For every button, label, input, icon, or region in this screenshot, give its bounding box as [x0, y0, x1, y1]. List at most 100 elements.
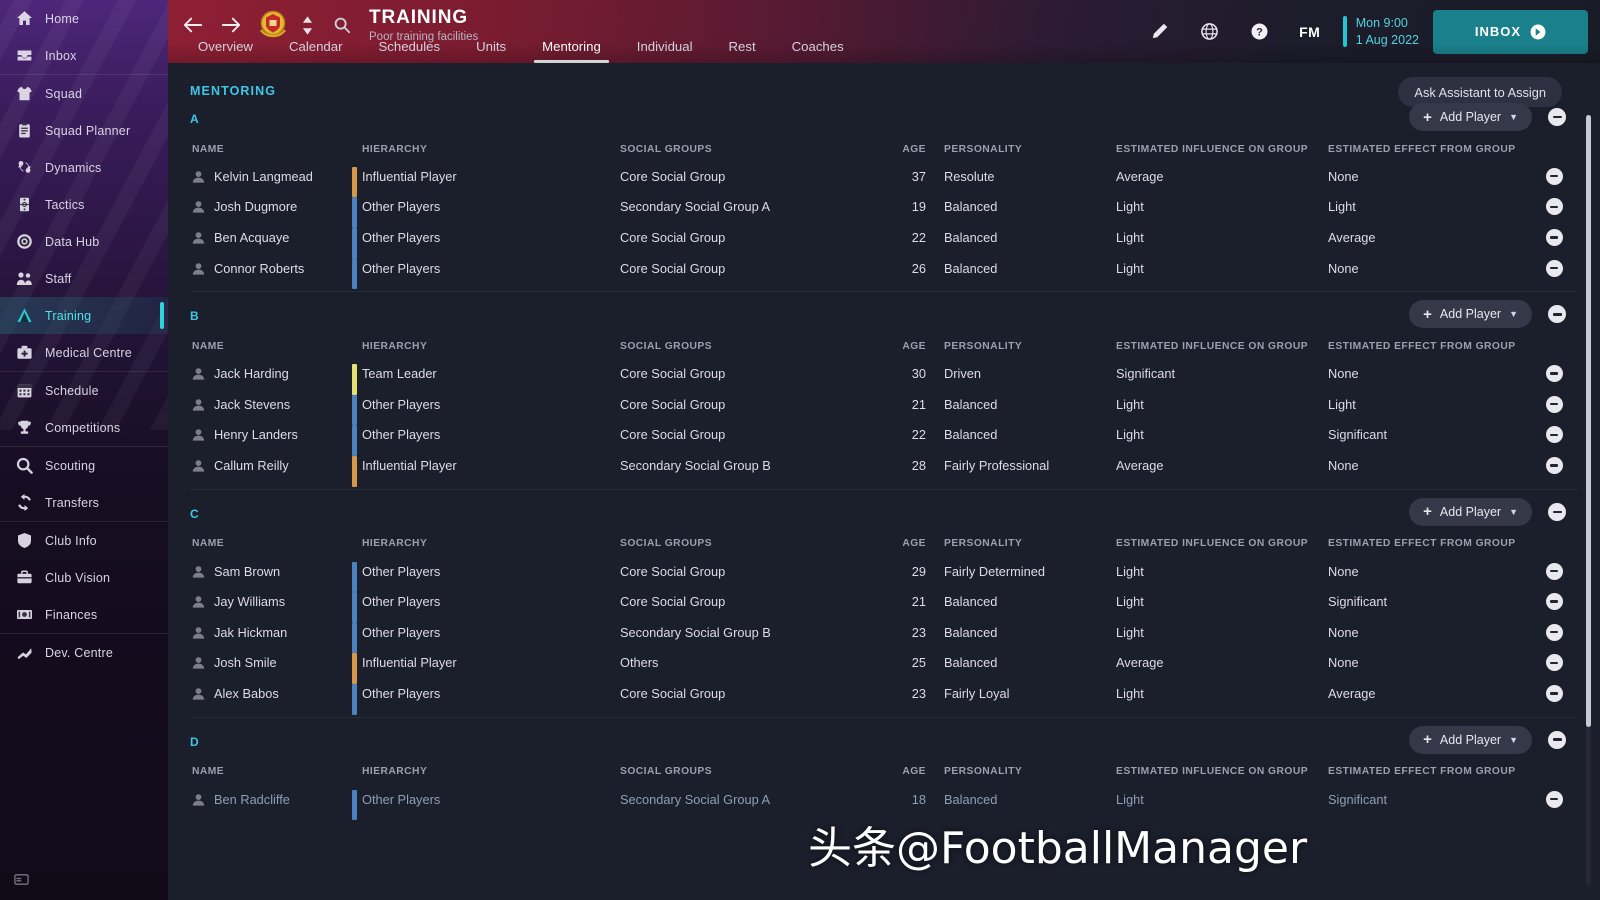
table-row[interactable]: Josh SmileInfluential PlayerOthers25Bala… [168, 648, 1600, 679]
sidebar-item-home[interactable]: Home [0, 0, 168, 37]
remove-player-button[interactable] [1546, 654, 1563, 671]
col-hierarchy[interactable]: HIERARCHY [352, 341, 620, 352]
table-row[interactable]: Alex BabosOther PlayersCore Social Group… [168, 678, 1600, 709]
remove-player-button[interactable] [1546, 624, 1563, 641]
sidebar-item-finances[interactable]: Finances [0, 596, 168, 633]
col-social[interactable]: SOCIAL GROUPS [620, 341, 892, 352]
remove-player-button[interactable] [1546, 260, 1563, 277]
col-personality[interactable]: PERSONALITY [934, 341, 1116, 352]
question-icon[interactable]: ? [1235, 0, 1285, 63]
tab-mentoring[interactable]: Mentoring [524, 40, 619, 63]
player-name-cell[interactable]: Jack Stevens [168, 397, 352, 412]
table-row[interactable]: Jay WilliamsOther PlayersCore Social Gro… [168, 586, 1600, 617]
spinner-icon[interactable] [302, 16, 313, 35]
scrollbar-thumb[interactable] [1586, 115, 1591, 727]
sidebar-item-competitions[interactable]: Competitions [0, 409, 168, 446]
search-icon[interactable] [331, 14, 353, 36]
col-effect[interactable]: ESTIMATED EFFECT FROM GROUP [1328, 538, 1524, 549]
sidebar-item-staff[interactable]: Staff [0, 260, 168, 297]
col-effect[interactable]: ESTIMATED EFFECT FROM GROUP [1328, 144, 1524, 155]
col-hierarchy[interactable]: HIERARCHY [352, 766, 620, 777]
sidebar-item-club-info[interactable]: Club Info [0, 522, 168, 559]
sidebar-collapse-icon[interactable] [14, 872, 29, 892]
player-name-cell[interactable]: Josh Smile [168, 655, 352, 670]
sidebar-item-squad[interactable]: Squad [0, 75, 168, 112]
tab-coaches[interactable]: Coaches [774, 40, 862, 63]
remove-player-button[interactable] [1546, 229, 1563, 246]
player-name-cell[interactable]: Kelvin Langmead [168, 169, 352, 184]
col-hierarchy[interactable]: HIERARCHY [352, 538, 620, 549]
col-influence[interactable]: ESTIMATED INFLUENCE ON GROUP [1116, 766, 1328, 777]
remove-player-button[interactable] [1546, 198, 1563, 215]
tab-units[interactable]: Units [458, 40, 524, 63]
pencil-icon[interactable] [1135, 0, 1185, 63]
col-influence[interactable]: ESTIMATED INFLUENCE ON GROUP [1116, 341, 1328, 352]
remove-player-button[interactable] [1546, 593, 1563, 610]
player-name-cell[interactable]: Ben Acquaye [168, 230, 352, 245]
remove-player-button[interactable] [1546, 365, 1563, 382]
tab-overview[interactable]: Overview [180, 40, 271, 63]
table-row[interactable]: Jack HardingTeam LeaderCore Social Group… [168, 358, 1600, 389]
remove-group-button[interactable] [1548, 503, 1566, 521]
col-social[interactable]: SOCIAL GROUPS [620, 538, 892, 549]
remove-player-button[interactable] [1546, 685, 1563, 702]
col-name[interactable]: NAME [168, 341, 352, 352]
player-name-cell[interactable]: Jak Hickman [168, 625, 352, 640]
add-player-button[interactable]: +Add Player▼ [1409, 726, 1532, 754]
player-name-cell[interactable]: Connor Roberts [168, 261, 352, 276]
col-social[interactable]: SOCIAL GROUPS [620, 766, 892, 777]
col-age[interactable]: AGE [892, 341, 934, 352]
player-name-cell[interactable]: Jay Williams [168, 594, 352, 609]
table-row[interactable]: Henry LandersOther PlayersCore Social Gr… [168, 420, 1600, 451]
sidebar-item-squad-planner[interactable]: Squad Planner [0, 112, 168, 149]
col-effect[interactable]: ESTIMATED EFFECT FROM GROUP [1328, 766, 1524, 777]
col-age[interactable]: AGE [892, 144, 934, 155]
col-age[interactable]: AGE [892, 538, 934, 549]
sidebar-item-dev-centre[interactable]: Dev. Centre [0, 634, 168, 671]
add-player-button[interactable]: +Add Player▼ [1409, 498, 1532, 526]
table-row[interactable]: Ben RadcliffeOther PlayersSecondary Soci… [168, 784, 1600, 815]
sidebar-item-data-hub[interactable]: Data Hub [0, 223, 168, 260]
sidebar-item-training[interactable]: Training [0, 297, 168, 334]
sidebar-item-transfers[interactable]: Transfers [0, 484, 168, 521]
remove-group-button[interactable] [1548, 108, 1566, 126]
col-social[interactable]: SOCIAL GROUPS [620, 144, 892, 155]
sidebar-item-medical-centre[interactable]: Medical Centre [0, 334, 168, 371]
col-age[interactable]: AGE [892, 766, 934, 777]
col-name[interactable]: NAME [168, 766, 352, 777]
sidebar-item-club-vision[interactable]: Club Vision [0, 559, 168, 596]
col-personality[interactable]: PERSONALITY [934, 766, 1116, 777]
tab-individual[interactable]: Individual [619, 40, 711, 63]
tab-calendar[interactable]: Calendar [271, 40, 361, 63]
player-name-cell[interactable]: Henry Landers [168, 427, 352, 442]
col-effect[interactable]: ESTIMATED EFFECT FROM GROUP [1328, 341, 1524, 352]
forward-button[interactable] [218, 12, 244, 38]
sidebar-item-tactics[interactable]: Tactics [0, 186, 168, 223]
sidebar-item-dynamics[interactable]: Dynamics [0, 149, 168, 186]
player-name-cell[interactable]: Ben Radcliffe [168, 792, 352, 807]
remove-player-button[interactable] [1546, 791, 1563, 808]
tab-rest[interactable]: Rest [711, 40, 774, 63]
col-influence[interactable]: ESTIMATED INFLUENCE ON GROUP [1116, 144, 1328, 155]
col-name[interactable]: NAME [168, 144, 352, 155]
add-player-button[interactable]: +Add Player▼ [1409, 103, 1532, 131]
table-row[interactable]: Callum ReillyInfluential PlayerSecondary… [168, 450, 1600, 481]
player-name-cell[interactable]: Alex Babos [168, 686, 352, 701]
player-name-cell[interactable]: Josh Dugmore [168, 199, 352, 214]
sidebar-item-inbox[interactable]: Inbox [0, 37, 168, 74]
remove-group-button[interactable] [1548, 305, 1566, 323]
table-row[interactable]: Ben AcquayeOther PlayersCore Social Grou… [168, 222, 1600, 253]
globe-icon[interactable] [1185, 0, 1235, 63]
col-personality[interactable]: PERSONALITY [934, 538, 1116, 549]
remove-group-button[interactable] [1548, 731, 1566, 749]
table-row[interactable]: Jak HickmanOther PlayersSecondary Social… [168, 617, 1600, 648]
sidebar-item-scouting[interactable]: Scouting [0, 447, 168, 484]
remove-player-button[interactable] [1546, 563, 1563, 580]
col-influence[interactable]: ESTIMATED INFLUENCE ON GROUP [1116, 538, 1328, 549]
back-button[interactable] [180, 12, 206, 38]
remove-player-button[interactable] [1546, 457, 1563, 474]
player-name-cell[interactable]: Jack Harding [168, 366, 352, 381]
sidebar-item-schedule[interactable]: Schedule [0, 372, 168, 409]
club-crest-icon[interactable] [256, 8, 290, 42]
table-row[interactable]: Jack StevensOther PlayersCore Social Gro… [168, 389, 1600, 420]
